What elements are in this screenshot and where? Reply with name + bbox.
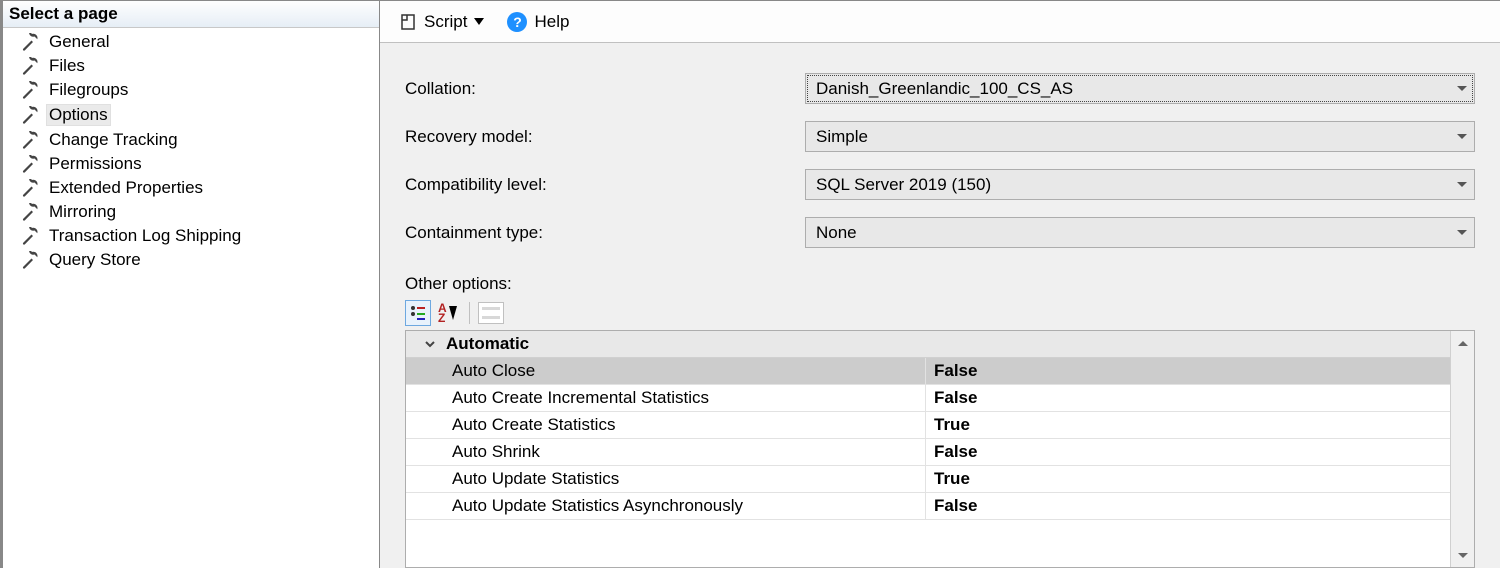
scroll-up-icon[interactable] <box>1451 331 1474 355</box>
chevron-down-icon <box>474 18 484 25</box>
arrow-down-icon <box>449 306 457 320</box>
grid-row-name: Auto Update Statistics Asynchronously <box>452 496 743 516</box>
script-icon <box>399 13 417 31</box>
sidebar-item-files[interactable]: Files <box>3 54 379 78</box>
sidebar-item-general[interactable]: General <box>3 30 379 54</box>
compat-value: SQL Server 2019 (150) <box>816 175 991 195</box>
collation-value: Danish_Greenlandic_100_CS_AS <box>816 79 1073 99</box>
containment-label: Containment type: <box>405 223 805 243</box>
help-icon: ? <box>507 12 527 32</box>
grid-row-value: True <box>926 415 1450 435</box>
sidebar-item-mirroring[interactable]: Mirroring <box>3 200 379 224</box>
recovery-combo[interactable]: Simple <box>805 121 1475 152</box>
help-button[interactable]: ? Help <box>501 10 575 34</box>
divider <box>469 302 470 324</box>
wrench-icon <box>21 131 39 149</box>
sidebar-item-query-store[interactable]: Query Store <box>3 248 379 272</box>
form: Collation: Danish_Greenlandic_100_CS_AS … <box>405 73 1475 248</box>
sidebar-item-transaction-log-shipping[interactable]: Transaction Log Shipping <box>3 224 379 248</box>
grid-row-value: False <box>926 496 1450 516</box>
wrench-icon <box>21 57 39 75</box>
script-label: Script <box>424 12 467 32</box>
sidebar-item-label: Mirroring <box>49 202 116 222</box>
grid-toolbar: AZ <box>405 300 1475 326</box>
sidebar-item-options[interactable]: Options <box>3 102 379 128</box>
sidebar-item-label: Query Store <box>49 250 141 270</box>
content: Collation: Danish_Greenlandic_100_CS_AS … <box>380 43 1500 568</box>
other-options-label: Other options: <box>405 274 1475 294</box>
categorized-button[interactable] <box>405 300 431 326</box>
grid-row[interactable]: Auto Close False <box>406 358 1450 385</box>
wrench-icon <box>21 106 39 124</box>
main-panel: Script ? Help Collation: Danish_Greenlan… <box>380 1 1500 568</box>
sidebar-item-label: Filegroups <box>49 80 128 100</box>
chevron-down-icon <box>1456 227 1468 239</box>
grid-row-value: True <box>926 469 1450 489</box>
grid-row[interactable]: Auto Update Statistics True <box>406 466 1450 493</box>
sidebar-item-label: Transaction Log Shipping <box>49 226 241 246</box>
grid-row-value: False <box>926 442 1450 462</box>
sidebar-item-change-tracking[interactable]: Change Tracking <box>3 128 379 152</box>
grid-row-name: Auto Update Statistics <box>452 469 619 489</box>
sidebar-item-extended-properties[interactable]: Extended Properties <box>3 176 379 200</box>
chevron-down-icon <box>1456 131 1468 143</box>
alphabetical-button[interactable]: AZ <box>434 300 461 326</box>
compat-combo[interactable]: SQL Server 2019 (150) <box>805 169 1475 200</box>
grid-row-value: False <box>926 388 1450 408</box>
scrollbar[interactable] <box>1450 331 1474 567</box>
sidebar-item-label: Extended Properties <box>49 178 203 198</box>
sidebar-item-label: General <box>49 32 109 52</box>
grid-row-name: Auto Shrink <box>452 442 540 462</box>
sidebar-item-label: Files <box>49 56 85 76</box>
grid-row-name: Auto Close <box>452 361 535 381</box>
chevron-down-icon <box>422 336 438 352</box>
sidebar-item-filegroups[interactable]: Filegroups <box>3 78 379 102</box>
wrench-icon <box>21 33 39 51</box>
grid-row[interactable]: Auto Create Incremental Statistics False <box>406 385 1450 412</box>
properties-button[interactable] <box>478 300 504 326</box>
sidebar-header: Select a page <box>3 1 379 28</box>
containment-combo[interactable]: None <box>805 217 1475 248</box>
sidebar: Select a page General Files Filegroups Opti… <box>0 1 380 568</box>
wrench-icon <box>21 81 39 99</box>
help-label: Help <box>534 12 569 32</box>
properties-icon <box>478 302 504 324</box>
grid-row[interactable]: Auto Update Statistics Asynchronously Fal… <box>406 493 1450 520</box>
grid-row-value: False <box>926 361 1450 381</box>
grid-category-label: Automatic <box>446 334 529 354</box>
recovery-label: Recovery model: <box>405 127 805 147</box>
grid-row[interactable]: Auto Shrink False <box>406 439 1450 466</box>
chevron-down-icon <box>1456 83 1468 95</box>
grid-row-name: Auto Create Incremental Statistics <box>452 388 709 408</box>
sidebar-item-label: Options <box>46 104 111 126</box>
wrench-icon <box>21 203 39 221</box>
categorized-icon <box>409 304 427 322</box>
recovery-value: Simple <box>816 127 868 147</box>
collation-label: Collation: <box>405 79 805 99</box>
grid-category[interactable]: Automatic <box>406 331 1450 358</box>
wrench-icon <box>21 251 39 269</box>
wrench-icon <box>21 227 39 245</box>
collation-combo[interactable]: Danish_Greenlandic_100_CS_AS <box>805 73 1475 104</box>
compat-label: Compatibility level: <box>405 175 805 195</box>
sidebar-item-permissions[interactable]: Permissions <box>3 152 379 176</box>
wrench-icon <box>21 179 39 197</box>
script-button[interactable]: Script <box>393 10 490 34</box>
property-grid: AutomaticAuto CloseFalseAuto Create Incr… <box>405 330 1475 568</box>
containment-value: None <box>816 223 857 243</box>
grid-row-name: Auto Create Statistics <box>452 415 615 435</box>
sidebar-item-label: Change Tracking <box>49 130 178 150</box>
wrench-icon <box>21 155 39 173</box>
toolbar: Script ? Help <box>380 1 1500 43</box>
sidebar-list: General Files Filegroups Options Change Trac… <box>3 28 379 272</box>
grid-row[interactable]: Auto Create Statistics True <box>406 412 1450 439</box>
scroll-down-icon[interactable] <box>1451 543 1474 567</box>
sidebar-item-label: Permissions <box>49 154 142 174</box>
chevron-down-icon <box>1456 179 1468 191</box>
